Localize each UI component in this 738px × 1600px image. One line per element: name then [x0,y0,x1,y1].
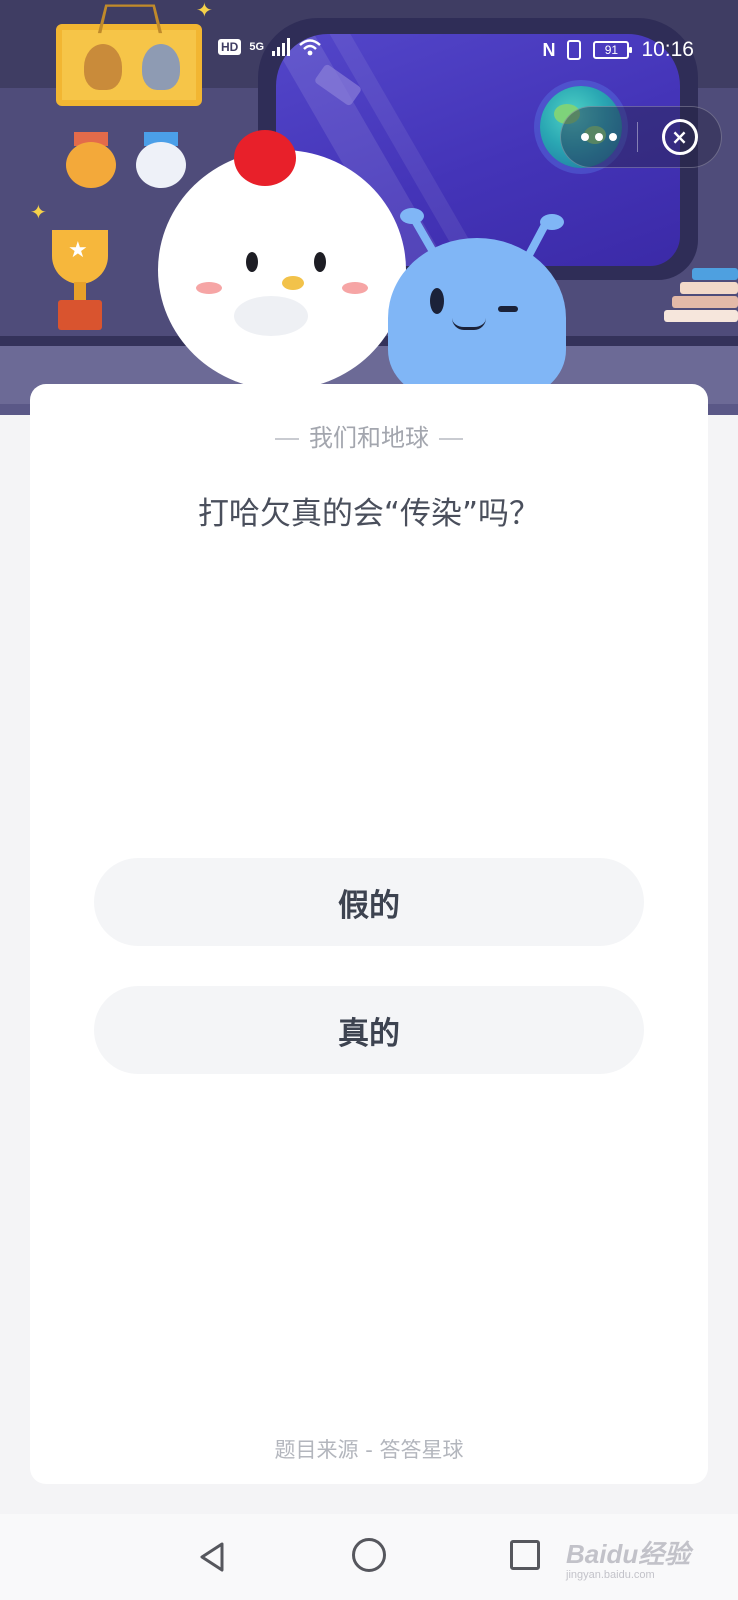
question-card: 我们和地球 打哈欠真的会“传染”吗？ 假的 真的 题目来源 - 答答星球 [30,384,708,1484]
star-icon: ★ [68,238,88,263]
question-text: 打哈欠真的会“传染”吗？ [197,496,541,532]
subtitle-dash [275,438,299,440]
chick-comb [234,130,296,186]
chick-cheek [342,282,368,294]
sparkle-icon: ✦ [196,0,213,22]
chick-eye [246,252,258,272]
frame-hanger [97,4,163,34]
trophy-base [58,300,102,330]
more-dots-icon [595,133,603,141]
chick-mascot [158,150,406,390]
wifi-icon [299,39,321,56]
recent-square-icon[interactable] [510,1540,540,1570]
books-stack-icon [652,268,738,332]
alien-eye [430,288,444,314]
alien-antenna-knob [540,214,564,230]
alien-wink-eye [498,306,518,312]
chick-eye [314,252,326,272]
watermark-main: Baidu经验 [566,1539,691,1569]
badge-disc [136,142,186,188]
book [664,310,738,322]
more-button[interactable] [561,107,637,167]
sparkle-icon: ✦ [30,200,47,224]
close-button[interactable]: × [638,107,721,167]
book [692,268,738,280]
book [672,296,738,308]
chick-wing [234,296,308,336]
more-dots-icon [609,133,617,141]
gold-badge-icon [66,132,116,188]
answer-option-false[interactable]: 假的 [94,858,644,946]
alien-antenna-knob [400,208,424,224]
status-left: HD 5G [218,38,322,56]
nfc-icon: N [542,39,556,60]
battery-indicator: 91 [593,41,633,59]
book [680,282,738,294]
hd-icon: HD [218,39,242,55]
answer-option-label: 假的 [338,887,400,924]
chick-beak [282,276,304,290]
home-circle-icon[interactable] [352,1538,386,1572]
navigation-bar: Baidu经验 jingyan.baidu.com [0,1514,738,1600]
badge-disc [66,142,116,188]
card-subtitle: 我们和地球 [30,418,708,453]
vibrate-icon [567,40,582,60]
back-triangle-icon[interactable] [196,1540,230,1574]
status-bar: HD 5G N 91 10:16 [0,32,738,72]
answer-option-true[interactable]: 真的 [94,986,644,1074]
chick-cheek [196,282,222,294]
subtitle-dash [439,438,463,440]
trophy-icon: ★ [38,230,122,330]
signal-icon [272,38,291,56]
answer-option-label: 真的 [338,1015,400,1052]
trophy-stem [74,282,86,302]
network-type: 5G [249,41,265,53]
baidu-watermark: Baidu经验 jingyan.baidu.com [566,1534,690,1581]
silver-badge-icon [136,132,186,188]
status-right: N 91 10:16 [542,38,694,62]
question-source: 题目来源 - 答答星球 [274,1438,464,1462]
clock: 10:16 [641,38,694,61]
close-circle-icon: × [661,119,698,155]
more-dots-icon [581,133,589,141]
mini-program-capsule: × [560,106,722,168]
category-label: 我们和地球 [309,424,429,452]
